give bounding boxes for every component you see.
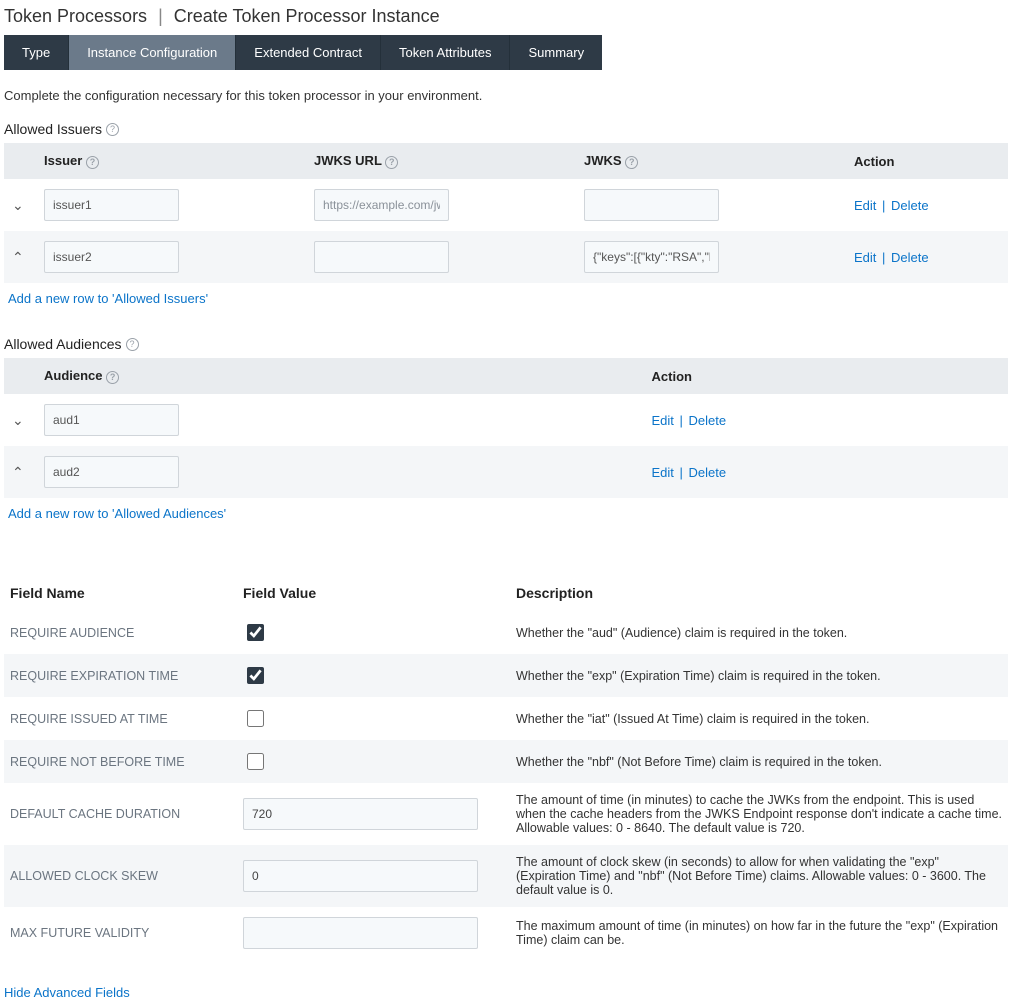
breadcrumb: Token Processors | Create Token Processo… xyxy=(4,6,1008,27)
tab-extended-contract[interactable]: Extended Contract xyxy=(236,35,381,70)
section-title-audiences: Allowed Audiences ? xyxy=(4,336,1008,352)
col-jwks-url: JWKS URL ? xyxy=(306,143,576,179)
tab-type[interactable]: Type xyxy=(4,35,69,70)
table-row: ⌄ Edit | Delete xyxy=(4,179,1008,231)
help-icon[interactable]: ? xyxy=(126,338,139,351)
field-description: Whether the "nbf" (Not Before Time) clai… xyxy=(510,740,1008,783)
field-name: REQUIRE ISSUED AT TIME xyxy=(4,697,237,740)
jwks-input[interactable] xyxy=(584,189,719,221)
field-name: ALLOWED CLOCK SKEW xyxy=(4,845,237,907)
col-jwks: JWKS ? xyxy=(576,143,846,179)
tab-token-attributes[interactable]: Token Attributes xyxy=(381,35,511,70)
help-icon[interactable]: ? xyxy=(106,123,119,136)
table-row: ⌄ Edit | Delete xyxy=(4,394,1008,446)
field-checkbox[interactable] xyxy=(247,667,264,684)
action-separator: | xyxy=(878,198,889,213)
issuer-input[interactable] xyxy=(44,241,179,273)
col-action: Action xyxy=(846,143,1008,179)
issuers-table: Issuer ? JWKS URL ? JWKS ? Action ⌄ Edit … xyxy=(4,143,1008,283)
table-row: REQUIRE NOT BEFORE TIME Whether the "nbf"… xyxy=(4,740,1008,783)
table-row: ALLOWED CLOCK SKEW The amount of clock sk… xyxy=(4,845,1008,907)
delete-link[interactable]: Delete xyxy=(891,198,929,213)
col-issuer: Issuer ? xyxy=(36,143,306,179)
fields-table: Field Name Field Value Description REQUI… xyxy=(4,575,1008,959)
field-name: REQUIRE AUDIENCE xyxy=(4,611,237,654)
col-drag xyxy=(4,358,36,394)
tab-instance-configuration[interactable]: Instance Configuration xyxy=(69,35,236,70)
field-description: Whether the "aud" (Audience) claim is re… xyxy=(510,611,1008,654)
add-issuer-row-link[interactable]: Add a new row to 'Allowed Issuers' xyxy=(8,291,208,306)
field-checkbox[interactable] xyxy=(247,753,264,770)
field-description: Whether the "iat" (Issued At Time) claim… xyxy=(510,697,1008,740)
field-checkbox[interactable] xyxy=(247,624,264,641)
col-action: Action xyxy=(644,358,1008,394)
tab-summary[interactable]: Summary xyxy=(510,35,602,70)
audience-input[interactable] xyxy=(44,404,179,436)
jwks-input[interactable] xyxy=(584,241,719,273)
table-row: REQUIRE EXPIRATION TIME Whether the "exp"… xyxy=(4,654,1008,697)
wizard-tabs: TypeInstance ConfigurationExtended Contr… xyxy=(4,35,1008,70)
col-audience-label: Audience xyxy=(44,368,103,383)
field-text-input[interactable] xyxy=(243,860,478,892)
intro-text: Complete the configuration necessary for… xyxy=(4,88,1008,103)
col-jwks-url-label: JWKS URL xyxy=(314,153,382,168)
add-audience-row-link[interactable]: Add a new row to 'Allowed Audiences' xyxy=(8,506,226,521)
breadcrumb-separator: | xyxy=(158,6,163,26)
col-field-value: Field Value xyxy=(237,575,510,611)
col-field-desc: Description xyxy=(510,575,1008,611)
breadcrumb-current: Create Token Processor Instance xyxy=(174,6,440,26)
field-description: Whether the "exp" (Expiration Time) clai… xyxy=(510,654,1008,697)
row-reorder-handle[interactable]: ⌄ xyxy=(4,394,36,446)
breadcrumb-parent[interactable]: Token Processors xyxy=(4,6,147,26)
edit-link[interactable]: Edit xyxy=(652,465,674,480)
jwks-url-input[interactable] xyxy=(314,241,449,273)
help-icon[interactable]: ? xyxy=(625,156,638,169)
issuer-input[interactable] xyxy=(44,189,179,221)
table-row: ⌃ Edit | Delete xyxy=(4,446,1008,498)
action-separator: | xyxy=(676,465,687,480)
col-drag xyxy=(4,143,36,179)
col-jwks-label: JWKS xyxy=(584,153,622,168)
table-row: ⌃ Edit | Delete xyxy=(4,231,1008,283)
field-description: The amount of clock skew (in seconds) to… xyxy=(510,845,1008,907)
edit-link[interactable]: Edit xyxy=(854,198,876,213)
field-description: The amount of time (in minutes) to cache… xyxy=(510,783,1008,845)
field-name: REQUIRE NOT BEFORE TIME xyxy=(4,740,237,783)
delete-link[interactable]: Delete xyxy=(689,413,727,428)
jwks-url-input[interactable] xyxy=(314,189,449,221)
action-separator: | xyxy=(878,250,889,265)
row-reorder-handle[interactable]: ⌃ xyxy=(4,231,36,283)
delete-link[interactable]: Delete xyxy=(689,465,727,480)
field-name: DEFAULT CACHE DURATION xyxy=(4,783,237,845)
col-audience: Audience ? xyxy=(36,358,644,394)
edit-link[interactable]: Edit xyxy=(652,413,674,428)
action-separator: | xyxy=(676,413,687,428)
section-title-issuers: Allowed Issuers ? xyxy=(4,121,1008,137)
help-icon[interactable]: ? xyxy=(86,156,99,169)
field-checkbox[interactable] xyxy=(247,710,264,727)
help-icon[interactable]: ? xyxy=(106,371,119,384)
table-row: REQUIRE AUDIENCE Whether the "aud" (Audie… xyxy=(4,611,1008,654)
row-reorder-handle[interactable]: ⌃ xyxy=(4,446,36,498)
field-name: REQUIRE EXPIRATION TIME xyxy=(4,654,237,697)
audiences-table: Audience ? Action ⌄Edit | Delete⌃Edit | … xyxy=(4,358,1008,498)
row-reorder-handle[interactable]: ⌄ xyxy=(4,179,36,231)
field-description: The maximum amount of time (in minutes) … xyxy=(510,907,1008,959)
issuers-title-text: Allowed Issuers xyxy=(4,121,102,137)
audiences-title-text: Allowed Audiences xyxy=(4,336,122,352)
edit-link[interactable]: Edit xyxy=(854,250,876,265)
field-text-input[interactable] xyxy=(243,917,478,949)
col-field-name: Field Name xyxy=(4,575,237,611)
delete-link[interactable]: Delete xyxy=(891,250,929,265)
audience-input[interactable] xyxy=(44,456,179,488)
table-row: DEFAULT CACHE DURATION The amount of time… xyxy=(4,783,1008,845)
table-row: REQUIRE ISSUED AT TIME Whether the "iat" … xyxy=(4,697,1008,740)
field-text-input[interactable] xyxy=(243,798,478,830)
col-issuer-label: Issuer xyxy=(44,153,82,168)
field-name: MAX FUTURE VALIDITY xyxy=(4,907,237,959)
table-row: MAX FUTURE VALIDITY The maximum amount of… xyxy=(4,907,1008,959)
help-icon[interactable]: ? xyxy=(385,156,398,169)
hide-advanced-fields-link[interactable]: Hide Advanced Fields xyxy=(4,985,130,1000)
